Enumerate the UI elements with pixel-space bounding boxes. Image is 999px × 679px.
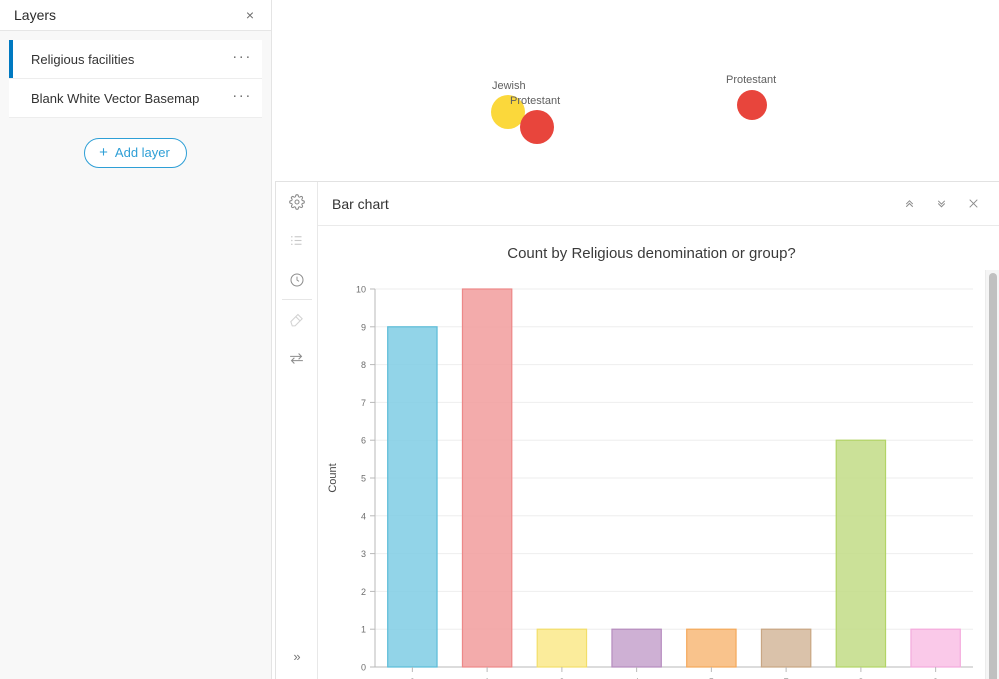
add-layer-row: + Add layer <box>9 138 262 168</box>
layer-options-icon[interactable]: ··· <box>232 49 252 66</box>
y-axis-tick-label: 3 <box>361 549 366 559</box>
bar[interactable] <box>835 439 887 668</box>
y-axis-title: Count <box>327 463 339 492</box>
bar[interactable] <box>910 628 961 668</box>
y-axis-tick-label: 2 <box>361 587 366 597</box>
gear-icon[interactable] <box>276 182 318 221</box>
list-icon[interactable] <box>276 221 318 260</box>
chart-main: Bar chart Count by Religious denominatio… <box>318 182 999 679</box>
y-axis-tick-label: 5 <box>361 474 366 484</box>
bar[interactable] <box>461 288 513 668</box>
bar[interactable] <box>387 326 438 668</box>
layers-panel: Layers × Religious facilities ··· Blank Wh… <box>0 0 272 679</box>
bar[interactable] <box>611 628 662 668</box>
y-axis-tick-label: 8 <box>361 360 366 370</box>
y-axis-tick-label: 4 <box>361 511 366 521</box>
chart-body: Count by Religious denomination or group… <box>318 226 999 679</box>
chart-scrollbar[interactable] <box>985 270 999 679</box>
y-axis-tick-label: 1 <box>361 625 366 635</box>
app-root: Jewish Protestant Protestant Layers × Reli… <box>0 0 999 679</box>
bar[interactable] <box>686 628 737 668</box>
layers-panel-header: Layers × <box>0 0 271 31</box>
chart-panel-title: Bar chart <box>332 195 389 212</box>
bar[interactable] <box>760 628 812 668</box>
layers-list: Religious facilities ··· Blank White Vecto… <box>0 31 271 168</box>
y-axis-tick-label: 9 <box>361 322 366 332</box>
eraser-icon[interactable] <box>276 300 318 339</box>
map-marker-label: Jewish <box>492 80 526 92</box>
close-icon[interactable] <box>957 188 989 220</box>
layer-item-label: Religious facilities <box>31 51 135 67</box>
plus-icon: + <box>99 144 108 161</box>
close-icon[interactable]: × <box>241 6 259 24</box>
y-axis-tick-label: 0 <box>361 663 366 673</box>
chevron-double-down-icon[interactable] <box>925 188 957 220</box>
swap-arrows-icon[interactable] <box>276 339 318 378</box>
map-marker-label: Protestant <box>726 74 777 86</box>
layer-list-item[interactable]: Religious facilities ··· <box>9 40 262 79</box>
chart-tool-rail: » <box>276 182 318 679</box>
page-title: Layers <box>14 7 57 23</box>
chart-panel-header: Bar chart <box>318 182 999 226</box>
layer-item-label: Blank White Vector Basemap <box>31 90 200 106</box>
bar-chart-plot[interactable]: 01234567891001345789Religious denominati… <box>318 273 999 679</box>
refresh-icon[interactable] <box>276 260 318 299</box>
y-axis-tick-label: 6 <box>361 436 366 446</box>
chart-title: Count by Religious denomination or group… <box>507 245 796 262</box>
map-point-marker[interactable] <box>520 110 554 144</box>
chart-scrollbar-thumb[interactable] <box>989 273 997 679</box>
layer-list-item[interactable]: Blank White Vector Basemap ··· <box>9 79 262 118</box>
y-axis-tick-label: 7 <box>361 398 366 408</box>
y-axis-tick-label: 10 <box>356 285 366 295</box>
map-point-marker[interactable] <box>737 90 767 120</box>
bar-chart-svg: 01234567891001345789Religious denominati… <box>327 285 973 679</box>
expand-rail-button[interactable]: » <box>276 643 318 669</box>
layer-options-icon[interactable]: ··· <box>232 88 252 105</box>
add-layer-button[interactable]: + Add layer <box>84 138 187 168</box>
map-marker-label: Protestant <box>510 95 561 107</box>
bar[interactable] <box>536 628 588 668</box>
chevron-double-up-icon[interactable] <box>893 188 925 220</box>
add-layer-label: Add layer <box>114 145 170 160</box>
chart-panel: » Bar chart Count by Religious denominat… <box>275 181 999 679</box>
